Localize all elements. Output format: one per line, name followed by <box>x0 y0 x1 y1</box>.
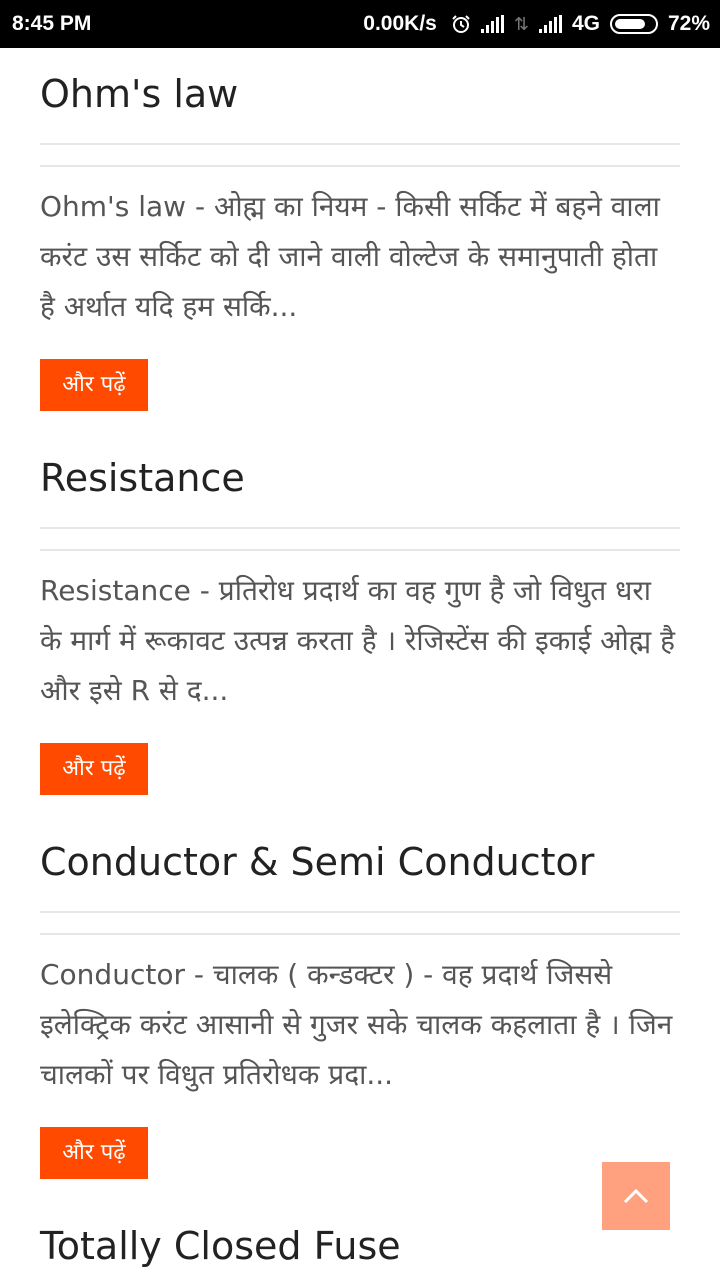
divider <box>40 143 680 145</box>
divider <box>40 933 680 935</box>
article-excerpt: Conductor - चालक ( कन्डक्टर ) - वह प्रदा… <box>40 958 673 1091</box>
read-more-button[interactable]: और पढ़ें <box>40 359 148 411</box>
status-bar: 8:45 PM 0.00K/s ⇅ 4G 72% <box>0 0 720 48</box>
network-type: 4G <box>571 12 600 35</box>
signal-icon <box>480 15 504 33</box>
article-title[interactable]: Ohm's law <box>40 71 680 117</box>
battery-icon <box>609 14 658 34</box>
battery-percent: 72% <box>667 12 710 35</box>
divider <box>40 911 680 913</box>
scroll-to-top-button[interactable] <box>602 1162 670 1230</box>
read-more-button[interactable]: और पढ़ें <box>40 1127 148 1179</box>
divider <box>40 549 680 551</box>
article-item: Ohm's law Ohm's law - ओह्म का नियम - किस… <box>40 71 680 411</box>
article-excerpt: Ohm's law - ओह्म का नियम - किसी सर्किट म… <box>40 190 660 323</box>
read-more-button[interactable]: और पढ़ें <box>40 743 148 795</box>
signal-icon <box>538 15 562 33</box>
article-excerpt: Resistance - प्रतिरोध प्रदार्थ का वह गुण… <box>40 574 675 707</box>
article-list: Ohm's law Ohm's law - ओह्म का नियम - किस… <box>40 48 680 1269</box>
divider <box>40 165 680 167</box>
data-arrows-icon: ⇅ <box>513 13 529 34</box>
status-time: 8:45 PM <box>12 12 92 35</box>
article-item: Conductor & Semi Conductor Conductor - च… <box>40 839 680 1179</box>
article-item: Resistance Resistance - प्रतिरोध प्रदार्… <box>40 455 680 795</box>
alarm-icon <box>452 15 470 33</box>
status-indicators: 0.00K/s ⇅ 4G 72% <box>363 0 710 48</box>
article-title[interactable]: Conductor & Semi Conductor <box>40 839 680 885</box>
article-title[interactable]: Resistance <box>40 455 680 501</box>
divider <box>40 527 680 529</box>
chevron-up-icon <box>623 1188 649 1204</box>
net-speed: 0.00K/s <box>363 12 437 35</box>
article-title[interactable]: Totally Closed Fuse <box>40 1223 680 1269</box>
article-item: Totally Closed Fuse <box>40 1223 680 1269</box>
